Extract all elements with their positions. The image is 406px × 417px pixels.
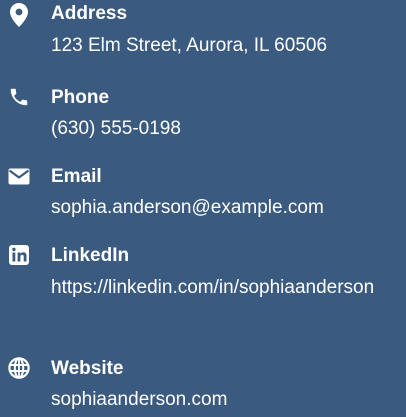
contact-info-list: Address 123 Elm Street, Aurora, IL 60506… (0, 0, 406, 417)
email-value: sophia.anderson@example.com (51, 197, 324, 218)
phone-icon (6, 84, 32, 110)
email-label: Email (51, 166, 102, 187)
linkedin-label: LinkedIn (51, 245, 130, 266)
envelope-icon (6, 163, 32, 189)
website-value: sophiaanderson.com (51, 389, 228, 410)
phone-label: Phone (51, 87, 110, 108)
globe-icon (6, 355, 32, 381)
linkedin-icon (6, 242, 32, 268)
map-pin-icon (6, 2, 32, 28)
address-label: Address (51, 3, 128, 24)
linkedin-value: https://linkedin.com/in/sophiaanderson (51, 277, 375, 298)
address-value: 123 Elm Street, Aurora, IL 60506 (51, 35, 328, 56)
phone-value: (630) 555-0198 (51, 118, 181, 139)
website-label: Website (51, 358, 124, 379)
